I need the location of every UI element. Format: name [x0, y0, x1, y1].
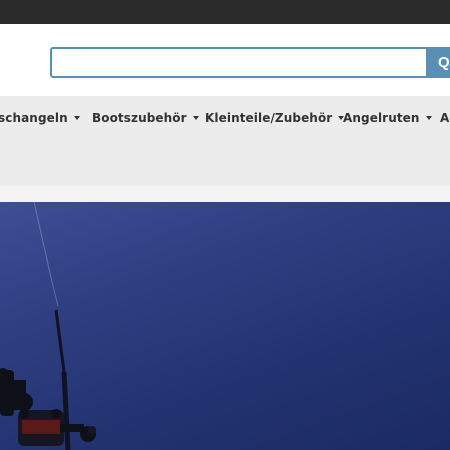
search-button[interactable]: Q — [428, 47, 450, 78]
nav-item-more[interactable]: A — [440, 111, 449, 125]
reel-left — [0, 368, 33, 416]
nav-item-fischangeln[interactable]: schangeln — [0, 111, 80, 125]
nav-item-angelruten[interactable]: Angelruten — [343, 111, 432, 125]
nav-item-kleinteile-zubehoer[interactable]: Kleinteile/Zubehör — [205, 111, 345, 125]
caret-down-icon — [73, 116, 80, 120]
caret-down-icon — [192, 116, 199, 120]
hero-image — [0, 202, 96, 450]
reel-right — [18, 409, 96, 446]
nav-item-bootszubehoer[interactable]: Bootszubehör — [92, 111, 199, 125]
nav-item-label: Angelruten — [343, 111, 420, 125]
caret-down-icon — [425, 116, 432, 120]
search-input[interactable] — [50, 47, 428, 78]
main-navigation: schangeln Bootszubehör Kleinteile/Zubehö… — [0, 96, 450, 186]
hero-banner — [0, 202, 450, 450]
nav-item-label: schangeln — [0, 111, 68, 125]
nav-divider — [0, 186, 450, 202]
nav-item-label: Kleinteile/Zubehör — [205, 111, 333, 125]
nav-item-label: Bootszubehör — [92, 111, 187, 125]
nav-item-label: A — [440, 111, 450, 125]
top-bar — [0, 0, 450, 24]
header: Q — [0, 24, 450, 96]
